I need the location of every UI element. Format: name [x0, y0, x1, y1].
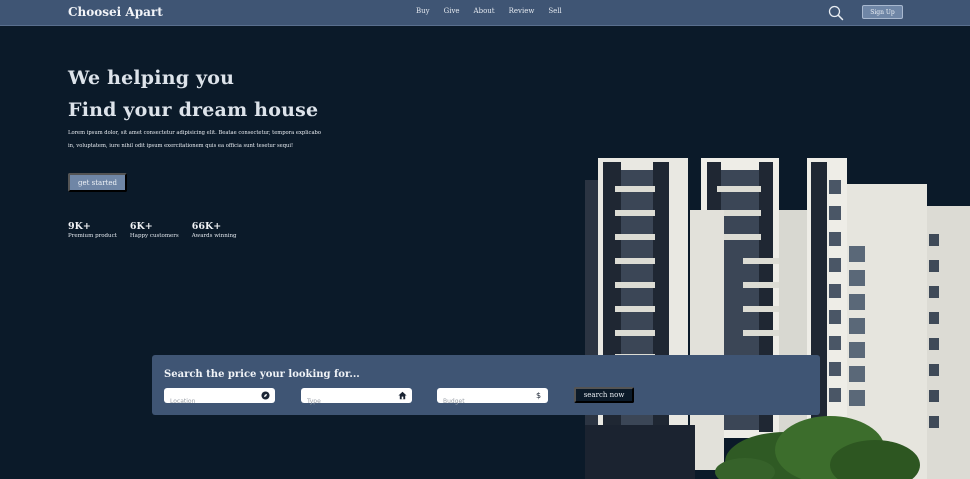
hero-heading-line2: Find your dream house: [68, 99, 319, 121]
stat-customers: 6K+ Happy customers: [130, 221, 179, 239]
stat-value: 9K+: [68, 221, 91, 232]
nav-link-sell[interactable]: Sell: [548, 7, 561, 15]
search-panel-title: Search the price your looking for...: [164, 369, 360, 380]
stat-label: Premium product: [68, 233, 117, 239]
compass-icon: [261, 391, 270, 400]
stat-awards: 66K+ Awards winning: [192, 221, 237, 239]
search-icon[interactable]: [828, 5, 844, 21]
stat-premium: 9K+ Premium product: [68, 221, 117, 239]
stat-label: Happy customers: [129, 233, 179, 239]
nav-link-give[interactable]: Give: [444, 7, 460, 15]
nav-link-review[interactable]: Review: [509, 7, 535, 15]
location-input[interactable]: [164, 394, 252, 409]
type-input[interactable]: [301, 394, 389, 409]
brand-logo[interactable]: Choosei Apart: [68, 5, 163, 19]
hero-heading-line1: We helping you: [68, 67, 235, 89]
stat-label: Awards winning: [191, 233, 237, 239]
nav-link-about[interactable]: About: [474, 7, 495, 15]
stats-row: 9K+ Premium product 6K+ Happy customers …: [68, 221, 237, 239]
hero-paragraph: Lorem ipsum dolor, sit amet consectetur …: [68, 130, 321, 149]
budget-input[interactable]: [437, 394, 525, 409]
dollar-icon: $: [535, 391, 542, 400]
stat-value: 66K+: [191, 221, 222, 232]
home-icon: [398, 391, 407, 400]
budget-field[interactable]: $: [437, 388, 548, 409]
nav-link-buy[interactable]: Buy: [416, 7, 430, 15]
type-field[interactable]: [301, 388, 412, 409]
building-image: [585, 158, 970, 479]
sign-up-button[interactable]: Sign Up: [862, 5, 903, 19]
top-nav: Choosei Apart Buy Give About Review Sell…: [0, 0, 970, 26]
nav-menu: Buy Give About Review Sell: [416, 7, 562, 15]
search-now-button[interactable]: search now: [574, 387, 634, 403]
stat-value: 6K+: [129, 221, 153, 232]
get-started-button[interactable]: get started: [68, 173, 127, 192]
search-panel: Search the price your looking for... $ s…: [152, 355, 820, 415]
location-field[interactable]: [164, 388, 275, 409]
